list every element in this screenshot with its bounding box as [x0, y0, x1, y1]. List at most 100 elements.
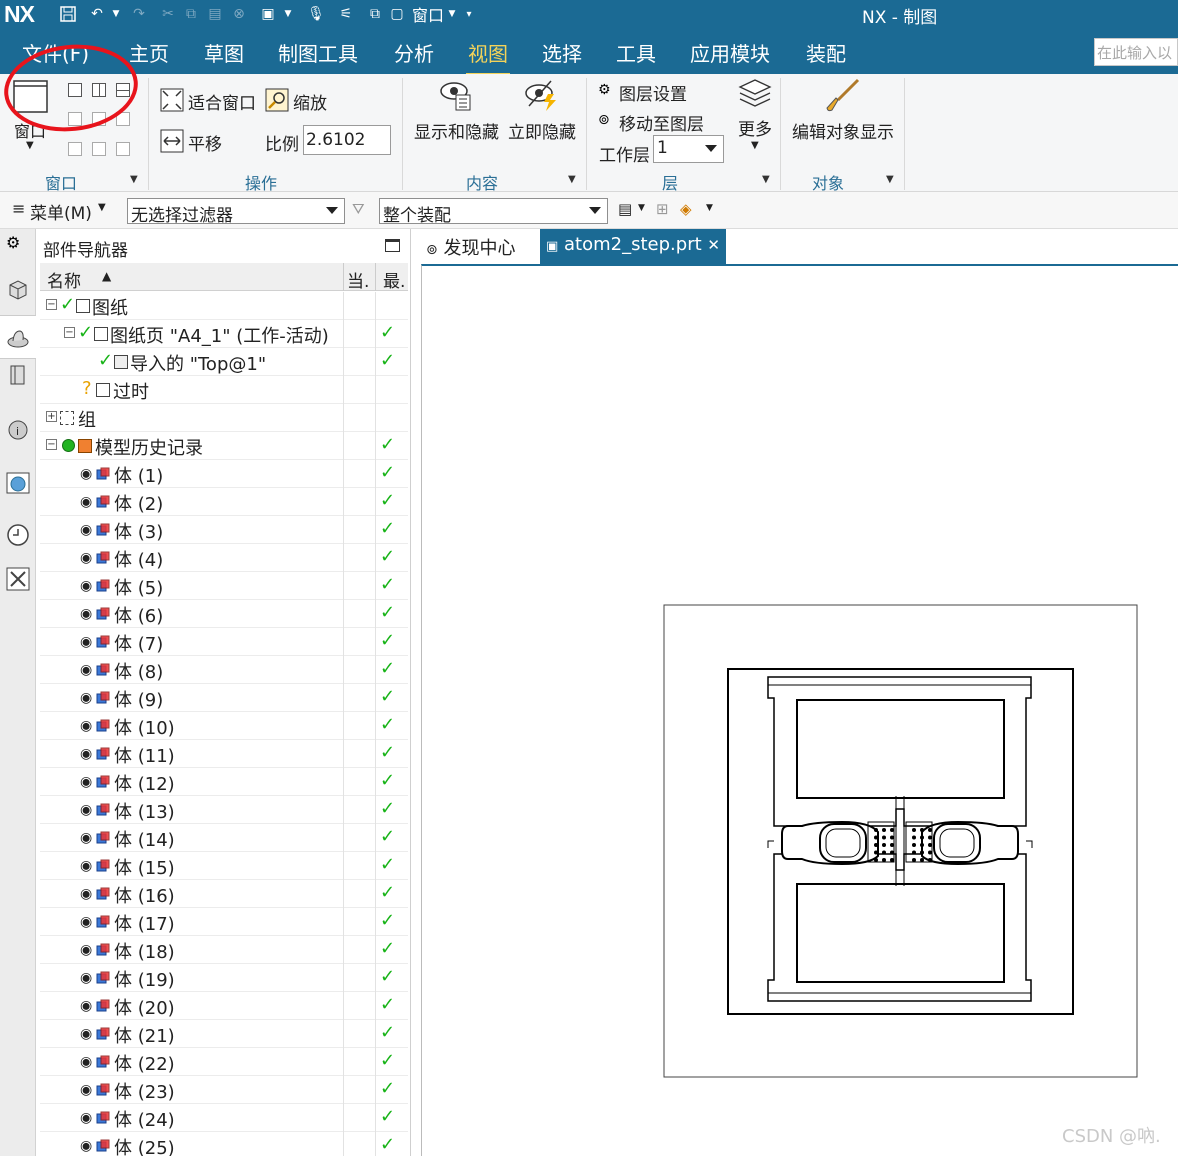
maximize-icon[interactable]	[385, 239, 400, 252]
command-search-input[interactable]: 在此输入以	[1094, 38, 1178, 66]
body-row[interactable]: ◉ 体 (16) ✓	[40, 880, 408, 908]
brush-icon[interactable]	[824, 78, 860, 118]
column-latest[interactable]: 最.	[383, 267, 405, 292]
body-row[interactable]: ◉ 体 (20) ✓	[40, 992, 408, 1020]
four-view-icon[interactable]	[68, 142, 82, 156]
collapse-icon[interactable]: −	[46, 299, 57, 310]
tools-icon[interactable]	[6, 567, 30, 591]
tab-selection[interactable]: 选择	[542, 38, 582, 67]
object-group-dropdown-icon[interactable]: ▼	[886, 174, 894, 185]
tab-application[interactable]: 应用模块	[690, 38, 770, 67]
select-components-dropdown-icon[interactable]: ▼	[638, 203, 645, 213]
show-hide-icon[interactable]	[439, 78, 473, 116]
tab-drafting-tools[interactable]: 制图工具	[278, 38, 358, 67]
show-hide-button[interactable]: 显示和隐藏	[414, 118, 499, 143]
body-row[interactable]: ◉ 体 (12) ✓	[40, 768, 408, 796]
selection-scope-icon[interactable]: ⊞	[656, 200, 669, 218]
type-filter-select[interactable]: 无选择过滤器	[127, 198, 345, 226]
body-row[interactable]: ◉ 体 (10) ✓	[40, 712, 408, 740]
more-button[interactable]: 更多	[738, 115, 772, 140]
window-group-dropdown-icon[interactable]: ▼	[130, 174, 138, 185]
switch-window-icon[interactable]: ⧉	[364, 4, 386, 24]
content-group-dropdown-icon[interactable]: ▼	[568, 174, 576, 185]
tree-row-sheet[interactable]: − ✓ 图纸页 "A4_1" (工作-活动) ✓	[40, 320, 408, 348]
eye-icon[interactable]: ◉	[80, 634, 92, 650]
body-row[interactable]: ◉ 体 (7) ✓	[40, 628, 408, 656]
layer-group-dropdown-icon[interactable]: ▼	[762, 174, 770, 185]
expand-icon[interactable]: +	[46, 411, 57, 422]
body-row[interactable]: ◉ 体 (9) ✓	[40, 684, 408, 712]
six-view-icon[interactable]	[92, 142, 106, 156]
eye-icon[interactable]: ◉	[80, 970, 92, 986]
undo-dropdown-icon[interactable]: ▼	[110, 4, 122, 24]
eye-icon[interactable]: ◉	[80, 746, 92, 762]
graphics-window[interactable]	[421, 264, 1178, 1156]
window-button-label[interactable]: 窗口	[14, 118, 46, 142]
scope-select[interactable]: 整个装配	[379, 198, 608, 226]
body-row[interactable]: ◉ 体 (19) ✓	[40, 964, 408, 992]
cut-icon[interactable]: ✂	[156, 4, 180, 24]
body-row[interactable]: ◉ 体 (18) ✓	[40, 936, 408, 964]
delete-icon[interactable]: ⊗	[228, 4, 250, 24]
body-row[interactable]: ◉ 体 (21) ✓	[40, 1020, 408, 1048]
copy-icon[interactable]: ⧉	[180, 4, 202, 24]
more-dropdown-icon[interactable]: ▼	[751, 140, 759, 151]
column-current[interactable]: 当.	[347, 267, 369, 292]
two-view-vertical-icon[interactable]	[92, 83, 106, 97]
eye-icon[interactable]: ◉	[80, 466, 92, 482]
immediate-hide-button[interactable]: 立即隐藏	[508, 118, 576, 143]
body-row[interactable]: ◉ 体 (6) ✓	[40, 600, 408, 628]
eye-icon[interactable]: ◉	[80, 662, 92, 678]
eye-icon[interactable]: ◉	[80, 1054, 92, 1070]
redo-icon[interactable]: ↷	[128, 4, 150, 24]
eye-icon[interactable]: ◉	[80, 1110, 92, 1126]
eye-icon[interactable]: ◉	[80, 522, 92, 538]
eye-icon[interactable]: ◉	[80, 1026, 92, 1042]
body-row[interactable]: ◉ 体 (11) ✓	[40, 740, 408, 768]
tab-view[interactable]: 视图	[466, 38, 510, 76]
body-row[interactable]: ◉ 体 (4) ✓	[40, 544, 408, 572]
two-view-horizontal-icon[interactable]	[116, 83, 130, 97]
body-row[interactable]: ◉ 体 (14) ✓	[40, 824, 408, 852]
zoom-icon[interactable]	[265, 88, 289, 116]
assembly-navigator-icon[interactable]	[6, 277, 30, 301]
collapse-icon[interactable]: −	[64, 327, 75, 338]
body-row[interactable]: ◉ 体 (23) ✓	[40, 1076, 408, 1104]
info-icon[interactable]: i	[6, 417, 30, 441]
edit-object-display-button[interactable]: 编辑对象显示	[792, 118, 894, 143]
repeat-dropdown-icon[interactable]: ▼	[282, 4, 294, 24]
eye-icon[interactable]: ◉	[80, 802, 92, 818]
body-row[interactable]: ◉ 体 (8) ✓	[40, 656, 408, 684]
eye-icon[interactable]: ◉	[80, 998, 92, 1014]
sort-ascending-icon[interactable]: ▲	[102, 269, 111, 283]
save-icon[interactable]	[58, 4, 78, 24]
touch-mode-icon[interactable]: ⚟	[334, 4, 358, 24]
eye-icon[interactable]: ◉	[80, 886, 92, 902]
single-view-icon[interactable]	[68, 83, 82, 97]
paste-icon[interactable]: ▤	[204, 4, 226, 24]
snap-dropdown-icon[interactable]: ▼	[706, 203, 713, 213]
part-navigator-tab[interactable]	[0, 315, 36, 359]
tree-row-imported-view[interactable]: ✓ 导入的 "Top@1" ✓	[40, 348, 408, 376]
tree-row-groups[interactable]: + 组	[40, 404, 408, 432]
customize-quick-access-icon[interactable]: ▾	[462, 4, 476, 24]
eye-icon[interactable]: ◉	[80, 774, 92, 790]
layer-settings-icon[interactable]: ⚙	[598, 82, 611, 98]
eye-icon[interactable]: ◉	[80, 578, 92, 594]
eye-icon[interactable]: ◉	[80, 606, 92, 622]
tab-sketch[interactable]: 草图	[204, 38, 244, 67]
tab-home[interactable]: 主页	[129, 38, 169, 67]
immediate-hide-icon[interactable]	[524, 78, 558, 116]
scale-input[interactable]: 2.6102	[303, 125, 391, 155]
tab-analysis[interactable]: 分析	[394, 38, 434, 67]
window-button-dropdown-icon[interactable]: ▼	[26, 140, 34, 151]
gear-icon[interactable]: ⚙	[6, 233, 30, 257]
eye-icon[interactable]: ◉	[80, 858, 92, 874]
move-to-layer-button[interactable]: 移动至图层	[619, 110, 704, 135]
tab-tools[interactable]: 工具	[616, 38, 656, 67]
three-view-right-icon[interactable]	[92, 112, 106, 126]
window-menu[interactable]: 窗口	[408, 4, 448, 25]
eye-icon[interactable]: ◉	[80, 1082, 92, 1098]
eye-icon[interactable]: ◉	[80, 718, 92, 734]
body-row[interactable]: ◉ 体 (17) ✓	[40, 908, 408, 936]
